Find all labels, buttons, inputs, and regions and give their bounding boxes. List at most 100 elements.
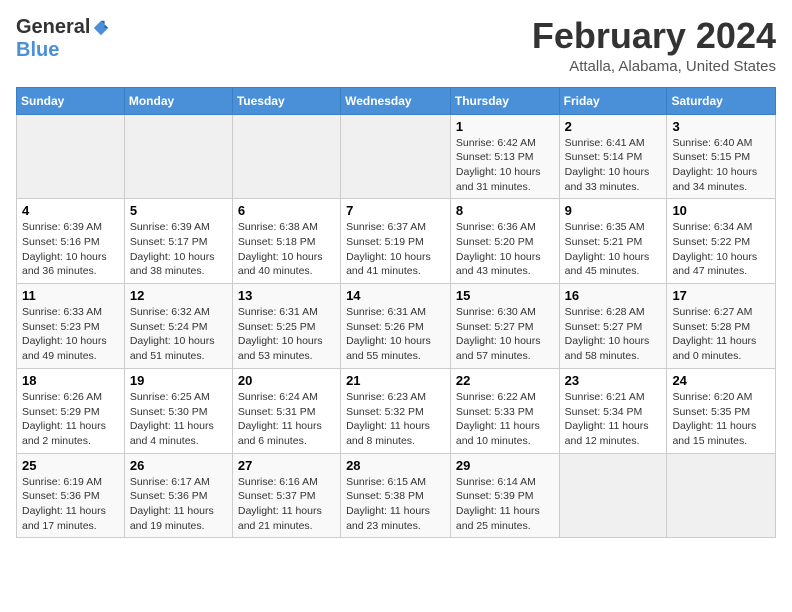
day-number: 23 xyxy=(565,373,662,388)
day-info: Sunrise: 6:31 AMSunset: 5:25 PMDaylight:… xyxy=(238,305,335,364)
day-number: 4 xyxy=(22,203,119,218)
calendar-cell: 1 Sunrise: 6:42 AMSunset: 5:13 PMDaylight… xyxy=(450,114,559,199)
calendar-cell xyxy=(124,114,232,199)
calendar-cell: 2 Sunrise: 6:41 AMSunset: 5:14 PMDaylight… xyxy=(559,114,667,199)
calendar-cell xyxy=(232,114,340,199)
title-block: February 2024 Attalla, Alabama, United S… xyxy=(532,16,776,75)
day-number: 10 xyxy=(672,203,770,218)
calendar-cell: 21Sunrise: 6:23 AMSunset: 5:32 PMDayligh… xyxy=(341,368,451,453)
day-number: 18 xyxy=(22,373,119,388)
header-cell-monday: Monday xyxy=(124,87,232,114)
calendar-cell: 5Sunrise: 6:39 AMSunset: 5:17 PMDaylight… xyxy=(124,199,232,284)
day-number: 7 xyxy=(346,203,445,218)
day-info: Sunrise: 6:42 AMSunset: 5:13 PMDaylight:… xyxy=(456,136,554,195)
calendar-cell xyxy=(559,453,667,538)
calendar-cell: 19 Sunrise: 6:25 AMSunset: 5:30 PMDayligh… xyxy=(124,368,232,453)
month-year: February 2024 xyxy=(532,16,776,56)
logo-general-text: General xyxy=(16,16,90,39)
day-number: 13 xyxy=(238,288,335,303)
day-info: Sunrise: 6:17 AMSunset: 5:36 PMDaylight:… xyxy=(130,475,227,534)
day-info: Sunrise: 6:26 AMSunset: 5:29 PMDaylight:… xyxy=(22,390,119,449)
page-header: General Blue February 2024 Attalla, Alab… xyxy=(16,16,776,75)
day-info: Sunrise: 6:24 AMSunset: 5:31 PMDaylight:… xyxy=(238,390,335,449)
day-info: Sunrise: 6:36 AMSunset: 5:20 PMDaylight:… xyxy=(456,220,554,279)
day-info: Sunrise: 6:21 AMSunset: 5:34 PMDaylight:… xyxy=(565,390,662,449)
day-number: 26 xyxy=(130,458,227,473)
week-row-1: 1 Sunrise: 6:42 AMSunset: 5:13 PMDaylight… xyxy=(17,114,776,199)
day-number: 1 xyxy=(456,119,554,134)
day-number: 27 xyxy=(238,458,335,473)
day-number: 17 xyxy=(672,288,770,303)
day-info: Sunrise: 6:20 AMSunset: 5:35 PMDaylight:… xyxy=(672,390,770,449)
day-number: 21 xyxy=(346,373,445,388)
logo-blue-text: Blue xyxy=(16,39,59,62)
calendar-cell: 15Sunrise: 6:30 AMSunset: 5:27 PMDayligh… xyxy=(450,284,559,369)
day-info: Sunrise: 6:22 AMSunset: 5:33 PMDaylight:… xyxy=(456,390,554,449)
calendar-cell: 25 Sunrise: 6:19 AMSunset: 5:36 PMDayligh… xyxy=(17,453,125,538)
day-number: 22 xyxy=(456,373,554,388)
week-row-3: 11 Sunrise: 6:33 AMSunset: 5:23 PMDayligh… xyxy=(17,284,776,369)
day-number: 11 xyxy=(22,288,119,303)
day-info: Sunrise: 6:15 AMSunset: 5:38 PMDaylight:… xyxy=(346,475,445,534)
calendar-cell xyxy=(667,453,776,538)
calendar-body: 1 Sunrise: 6:42 AMSunset: 5:13 PMDaylight… xyxy=(17,114,776,538)
day-info: Sunrise: 6:35 AMSunset: 5:21 PMDaylight:… xyxy=(565,220,662,279)
calendar-cell: 4 Sunrise: 6:39 AMSunset: 5:16 PMDaylight… xyxy=(17,199,125,284)
calendar-cell: 17 Sunrise: 6:27 AMSunset: 5:28 PMDayligh… xyxy=(667,284,776,369)
header-cell-friday: Friday xyxy=(559,87,667,114)
calendar-header: SundayMondayTuesdayWednesdayThursdayFrid… xyxy=(17,87,776,114)
calendar-cell: 10Sunrise: 6:34 AMSunset: 5:22 PMDayligh… xyxy=(667,199,776,284)
calendar-cell: 26 Sunrise: 6:17 AMSunset: 5:36 PMDayligh… xyxy=(124,453,232,538)
calendar-cell xyxy=(341,114,451,199)
calendar-cell: 16Sunrise: 6:28 AMSunset: 5:27 PMDayligh… xyxy=(559,284,667,369)
calendar-table: SundayMondayTuesdayWednesdayThursdayFrid… xyxy=(16,87,776,539)
day-info: Sunrise: 6:39 AMSunset: 5:16 PMDaylight:… xyxy=(22,220,119,279)
day-number: 3 xyxy=(672,119,770,134)
calendar-cell: 22 Sunrise: 6:22 AMSunset: 5:33 PMDayligh… xyxy=(450,368,559,453)
calendar-cell: 9Sunrise: 6:35 AMSunset: 5:21 PMDaylight… xyxy=(559,199,667,284)
day-number: 20 xyxy=(238,373,335,388)
day-info: Sunrise: 6:38 AMSunset: 5:18 PMDaylight:… xyxy=(238,220,335,279)
header-cell-sunday: Sunday xyxy=(17,87,125,114)
header-cell-saturday: Saturday xyxy=(667,87,776,114)
day-number: 16 xyxy=(565,288,662,303)
day-info: Sunrise: 6:33 AMSunset: 5:23 PMDaylight:… xyxy=(22,305,119,364)
calendar-cell: 6 Sunrise: 6:38 AMSunset: 5:18 PMDaylight… xyxy=(232,199,340,284)
calendar-cell: 24 Sunrise: 6:20 AMSunset: 5:35 PMDayligh… xyxy=(667,368,776,453)
day-info: Sunrise: 6:37 AMSunset: 5:19 PMDaylight:… xyxy=(346,220,445,279)
calendar-cell: 7 Sunrise: 6:37 AMSunset: 5:19 PMDaylight… xyxy=(341,199,451,284)
day-info: Sunrise: 6:39 AMSunset: 5:17 PMDaylight:… xyxy=(130,220,227,279)
day-info: Sunrise: 6:27 AMSunset: 5:28 PMDaylight:… xyxy=(672,305,770,364)
day-info: Sunrise: 6:31 AMSunset: 5:26 PMDaylight:… xyxy=(346,305,445,364)
day-info: Sunrise: 6:25 AMSunset: 5:30 PMDaylight:… xyxy=(130,390,227,449)
header-cell-wednesday: Wednesday xyxy=(341,87,451,114)
day-number: 6 xyxy=(238,203,335,218)
header-row: SundayMondayTuesdayWednesdayThursdayFrid… xyxy=(17,87,776,114)
day-info: Sunrise: 6:14 AMSunset: 5:39 PMDaylight:… xyxy=(456,475,554,534)
week-row-5: 25 Sunrise: 6:19 AMSunset: 5:36 PMDayligh… xyxy=(17,453,776,538)
day-number: 8 xyxy=(456,203,554,218)
day-number: 19 xyxy=(130,373,227,388)
calendar-cell: 11 Sunrise: 6:33 AMSunset: 5:23 PMDayligh… xyxy=(17,284,125,369)
location: Attalla, Alabama, United States xyxy=(532,58,776,75)
header-cell-thursday: Thursday xyxy=(450,87,559,114)
calendar-cell: 28 Sunrise: 6:15 AMSunset: 5:38 PMDayligh… xyxy=(341,453,451,538)
calendar-cell: 20 Sunrise: 6:24 AMSunset: 5:31 PMDayligh… xyxy=(232,368,340,453)
day-number: 2 xyxy=(565,119,662,134)
day-number: 28 xyxy=(346,458,445,473)
day-number: 14 xyxy=(346,288,445,303)
calendar-cell: 12Sunrise: 6:32 AMSunset: 5:24 PMDayligh… xyxy=(124,284,232,369)
week-row-2: 4 Sunrise: 6:39 AMSunset: 5:16 PMDaylight… xyxy=(17,199,776,284)
calendar-cell: 8 Sunrise: 6:36 AMSunset: 5:20 PMDaylight… xyxy=(450,199,559,284)
header-cell-tuesday: Tuesday xyxy=(232,87,340,114)
calendar-cell: 3 Sunrise: 6:40 AMSunset: 5:15 PMDaylight… xyxy=(667,114,776,199)
day-info: Sunrise: 6:16 AMSunset: 5:37 PMDaylight:… xyxy=(238,475,335,534)
day-info: Sunrise: 6:19 AMSunset: 5:36 PMDaylight:… xyxy=(22,475,119,534)
calendar-cell xyxy=(17,114,125,199)
day-number: 24 xyxy=(672,373,770,388)
day-info: Sunrise: 6:40 AMSunset: 5:15 PMDaylight:… xyxy=(672,136,770,195)
calendar-cell: 23 Sunrise: 6:21 AMSunset: 5:34 PMDayligh… xyxy=(559,368,667,453)
day-number: 25 xyxy=(22,458,119,473)
calendar-cell: 27 Sunrise: 6:16 AMSunset: 5:37 PMDayligh… xyxy=(232,453,340,538)
day-info: Sunrise: 6:41 AMSunset: 5:14 PMDaylight:… xyxy=(565,136,662,195)
